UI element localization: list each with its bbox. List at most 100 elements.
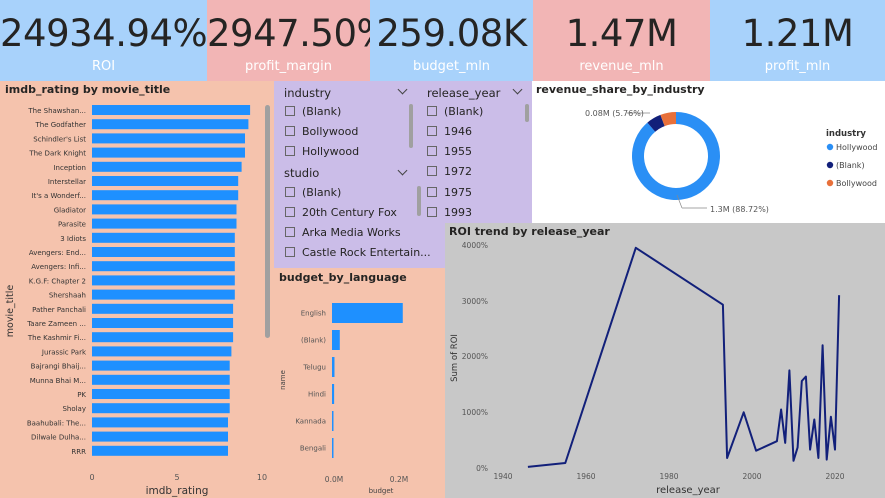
checkbox-icon[interactable] [427,207,437,217]
bar[interactable] [92,190,239,201]
slicer-option[interactable]: Hollywood [285,145,359,161]
y-tick-label: PK [77,391,86,399]
slicer-option[interactable]: Bollywood [285,125,358,141]
slicer-option[interactable]: (Blank) [285,186,341,202]
bar[interactable] [92,431,228,442]
slicer-option[interactable]: 1993 [427,206,472,222]
slicer-option[interactable]: (Blank) [285,105,341,121]
bar[interactable] [332,384,335,404]
bar[interactable] [92,403,230,414]
donut-slice[interactable] [632,112,720,200]
bar[interactable] [92,346,232,357]
bar[interactable] [92,105,251,115]
y-tick-label: It's a Wonderf... [31,192,86,200]
bar[interactable] [92,360,230,371]
bar[interactable] [92,318,234,328]
slicer-option[interactable]: 1955 [427,145,472,161]
x-tick: 2000 [742,472,761,481]
bar[interactable] [92,374,230,385]
bar[interactable] [92,289,235,300]
bar[interactable] [92,176,239,186]
y-tick-label: Interstellar [48,178,86,186]
checkbox-icon[interactable] [285,146,295,156]
industry-slicer-scrollbar[interactable] [409,104,413,148]
checkbox-icon[interactable] [285,247,295,257]
slicer-option[interactable]: 20th Century Fox [285,206,397,222]
checkbox-icon[interactable] [427,187,437,197]
bar[interactable] [332,330,340,350]
legend-item-bollywood[interactable]: Bollywood [836,179,877,188]
bar[interactable] [92,261,235,272]
y-tick-label: K.G.F: Chapter 2 [29,277,86,285]
checkbox-icon[interactable] [285,207,295,217]
checkbox-icon[interactable] [285,227,295,237]
bar[interactable] [92,147,245,158]
checkbox-icon[interactable] [285,187,295,197]
kpi-card-revenue[interactable]: 1.47M revenue_mln [533,0,710,81]
studio-slicer-scrollbar[interactable] [417,186,421,216]
legend-item-hollywood[interactable]: Hollywood [836,143,878,152]
checkbox-icon[interactable] [427,126,437,136]
y-tick-label: Sholay [62,405,86,413]
slicer-option[interactable]: (Blank) [427,105,483,121]
bar[interactable] [92,303,234,314]
bar[interactable] [332,357,335,377]
bar[interactable] [92,119,249,130]
roi-series-line[interactable] [527,246,841,468]
y-tick-label: Schindler's List [33,135,86,143]
kpi-card-profit-margin[interactable]: 2947.50% profit_margin [207,0,392,81]
roi-trend-chart[interactable]: Sum of ROI release_year 0% 1000% 2000% 3… [445,223,885,498]
checkbox-icon[interactable] [427,146,437,156]
x-axis-label: budget [369,487,394,495]
x-tick: 1960 [576,472,595,481]
bar[interactable] [92,204,237,215]
bar[interactable] [92,332,234,343]
bar[interactable] [92,417,228,428]
y-axis-label: movie_title [5,285,16,338]
slicer-option[interactable]: 1972 [427,165,472,181]
imdb-chart-scrollbar[interactable] [265,105,270,338]
imdb-rating-chart[interactable]: The Shawshan... The Godfather Schindler's … [0,81,274,498]
revenue-share-donut-chart[interactable]: 0.08M (5.76%) 1.3M (88.72%) industry Hol… [532,95,885,225]
y-tick-label: Hindi [308,391,326,399]
y-tick-label: English [301,310,326,318]
release-year-slicer-scrollbar[interactable] [525,104,529,122]
bar[interactable] [332,411,334,431]
bar[interactable] [92,133,245,144]
slicer-option[interactable]: 1946 [427,125,472,141]
y-tick-label: Shershaah [49,292,86,300]
slicer-option[interactable]: Arka Media Works [285,226,401,242]
y-tick-label: Telugu [302,364,326,372]
kpi-value: 2947.50% [207,12,392,55]
bar[interactable] [92,218,237,229]
checkbox-icon[interactable] [427,106,437,116]
slicer-option[interactable]: Castle Rock Entertain... [285,246,431,262]
slicer-option[interactable]: 1975 [427,186,472,202]
checkbox-icon[interactable] [285,126,295,136]
kpi-label: profit_mln [764,59,831,74]
y-tick-label: Avengers: Infi... [31,263,86,271]
y-tick-label: Munna Bhai M... [30,377,86,385]
legend-marker-blank [826,161,834,169]
checkbox-icon[interactable] [427,166,437,176]
bar[interactable] [92,389,230,399]
x-tick: 1980 [659,472,678,481]
bar[interactable] [92,232,235,243]
y-tick-label: Taare Zameen ... [26,320,86,328]
bar[interactable] [92,161,242,172]
budget-by-language-chart[interactable]: English(Blank)TeluguHindiKannadaBengali … [274,268,445,498]
checkbox-icon[interactable] [285,106,295,116]
kpi-card-budget[interactable]: 259.08K budget_mln [370,0,533,81]
x-tick: 0.0M [325,475,343,484]
kpi-card-profit[interactable]: 1.21M profit_mln [710,0,885,81]
bar[interactable] [92,275,235,286]
kpi-card-roi[interactable]: 24934.94% ROI [0,0,208,81]
x-tick: 1940 [493,472,512,481]
bar[interactable] [332,303,403,323]
kpi-value: 1.21M [741,12,854,55]
legend-item-blank[interactable]: (Blank) [836,161,865,170]
bar[interactable] [92,445,228,456]
x-tick: 10 [257,473,267,482]
bar[interactable] [332,438,334,458]
bar[interactable] [92,247,235,257]
